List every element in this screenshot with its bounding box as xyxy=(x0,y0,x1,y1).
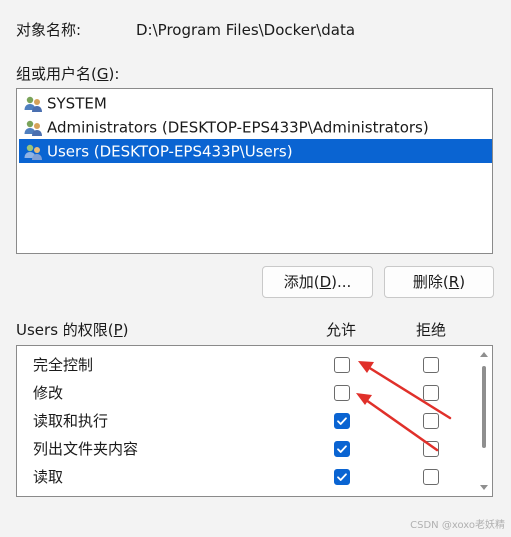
annotation-arrows xyxy=(356,361,452,452)
csdn-watermark: CSDN @xoxo老妖精 xyxy=(410,520,505,531)
red-arrow-icon xyxy=(358,361,452,420)
